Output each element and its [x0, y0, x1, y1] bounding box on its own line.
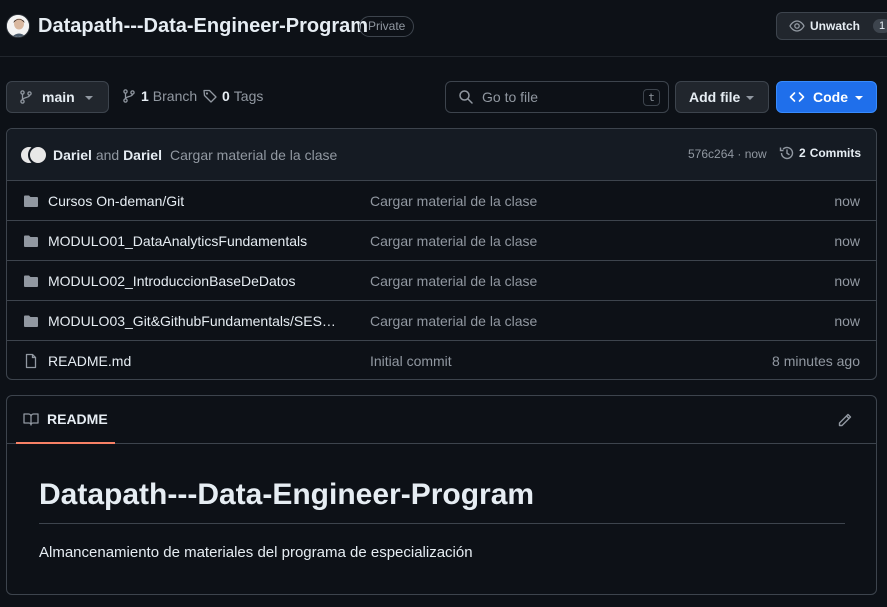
book-icon	[23, 411, 39, 427]
tag-icon	[202, 88, 218, 104]
file-name-link[interactable]: MODULO02_IntroduccionBaseDeDatos	[48, 273, 338, 289]
readme-header: README	[7, 396, 876, 444]
repo-name[interactable]: Datapath---Data-Engineer-Program	[38, 15, 368, 38]
file-age: now	[834, 193, 860, 209]
readme-tab-label: README	[47, 411, 108, 427]
owner-avatar[interactable]	[6, 14, 30, 38]
folder-icon	[23, 313, 39, 329]
search-icon	[458, 89, 474, 105]
branch-selector-button[interactable]: main	[6, 81, 109, 113]
code-icon	[789, 89, 805, 105]
file-row[interactable]: Cursos On-deman/Git Cargar material de l…	[7, 181, 876, 221]
go-to-file-input[interactable]	[482, 89, 632, 105]
chevron-down-icon	[745, 95, 755, 101]
pencil-icon[interactable]	[837, 412, 853, 428]
branches-label: Branch	[152, 88, 198, 104]
file-row[interactable]: MODULO03_Git&GithubFundamentals/SESIO… C…	[7, 301, 876, 341]
folder-icon	[23, 233, 39, 249]
commit-sha-time[interactable]: 576c264 · now	[688, 147, 767, 161]
file-commit-message[interactable]: Cargar material de la clase	[370, 193, 537, 209]
add-file-button[interactable]: Add file	[675, 81, 769, 113]
commit-avatars	[19, 144, 49, 165]
watch-count: 1	[873, 19, 887, 33]
file-age: 8 minutes ago	[772, 353, 860, 369]
chevron-down-icon	[854, 95, 864, 101]
file-age: now	[834, 233, 860, 249]
file-name-link[interactable]: Cursos On-deman/Git	[48, 193, 338, 209]
tags-link[interactable]: 0 Tags	[202, 88, 263, 104]
file-age: now	[834, 273, 860, 289]
file-commit-message[interactable]: Cargar material de la clase	[370, 313, 537, 329]
file-name-link[interactable]: README.md	[48, 353, 338, 369]
file-commit-message[interactable]: Cargar material de la clase	[370, 233, 537, 249]
eye-icon	[789, 18, 805, 34]
commit-authors: Dariel and Dariel	[53, 147, 162, 163]
file-row[interactable]: MODULO02_IntroduccionBaseDeDatos Cargar …	[7, 261, 876, 301]
folder-icon	[23, 273, 39, 289]
commits-count: 2	[799, 146, 806, 160]
tab-readme[interactable]: README	[16, 396, 115, 444]
commits-history-link[interactable]: 2 Commits	[779, 145, 861, 161]
readme-description: Almancenamiento de materiales del progra…	[39, 544, 473, 561]
repo-header: Datapath---Data-Engineer-Program Private…	[0, 0, 887, 57]
commit-author-conjunction: and	[95, 146, 120, 163]
branch-icon	[18, 89, 34, 105]
chevron-down-icon	[84, 95, 94, 101]
branch-icon	[121, 88, 137, 104]
file-age: now	[834, 313, 860, 329]
branch-name: main	[42, 89, 75, 105]
file-icon	[23, 353, 39, 369]
go-to-file-search[interactable]: t	[445, 81, 669, 113]
branches-count: 1	[141, 88, 149, 104]
file-row[interactable]: MODULO01_DataAnalyticsFundamentals Carga…	[7, 221, 876, 261]
file-row[interactable]: README.md Initial commit 8 minutes ago	[7, 341, 876, 379]
file-name-link[interactable]: MODULO03_Git&GithubFundamentals/SESIO…	[48, 313, 338, 329]
file-commit-message[interactable]: Initial commit	[370, 353, 452, 369]
avatar[interactable]	[28, 144, 48, 165]
code-label: Code	[813, 89, 848, 105]
unwatch-button[interactable]: Unwatch 1	[776, 12, 887, 40]
commits-label: Commits	[809, 146, 862, 160]
readme-panel: README Datapath---Data-Engineer-Program …	[6, 395, 877, 595]
readme-title: Datapath---Data-Engineer-Program	[39, 478, 535, 511]
tags-count: 0	[222, 88, 230, 104]
add-file-label: Add file	[689, 89, 741, 105]
history-icon	[779, 145, 795, 161]
tags-label: Tags	[233, 88, 264, 104]
commit-message[interactable]: Cargar material de la clase	[170, 147, 337, 163]
code-button[interactable]: Code	[776, 81, 877, 113]
file-table: Dariel and Dariel Cargar material de la …	[6, 128, 877, 380]
visibility-badge: Private	[359, 16, 415, 37]
unwatch-label: Unwatch	[810, 19, 861, 33]
branches-link[interactable]: 1 Branch	[121, 88, 197, 104]
commit-author[interactable]: Dariel	[123, 147, 162, 163]
folder-icon	[23, 193, 39, 209]
file-commit-message[interactable]: Cargar material de la clase	[370, 273, 537, 289]
shortcut-key: t	[643, 89, 660, 106]
commit-author[interactable]: Dariel	[53, 147, 92, 163]
file-name-link[interactable]: MODULO01_DataAnalyticsFundamentals	[48, 233, 338, 249]
readme-divider	[39, 523, 845, 524]
latest-commit-bar: Dariel and Dariel Cargar material de la …	[7, 129, 876, 181]
